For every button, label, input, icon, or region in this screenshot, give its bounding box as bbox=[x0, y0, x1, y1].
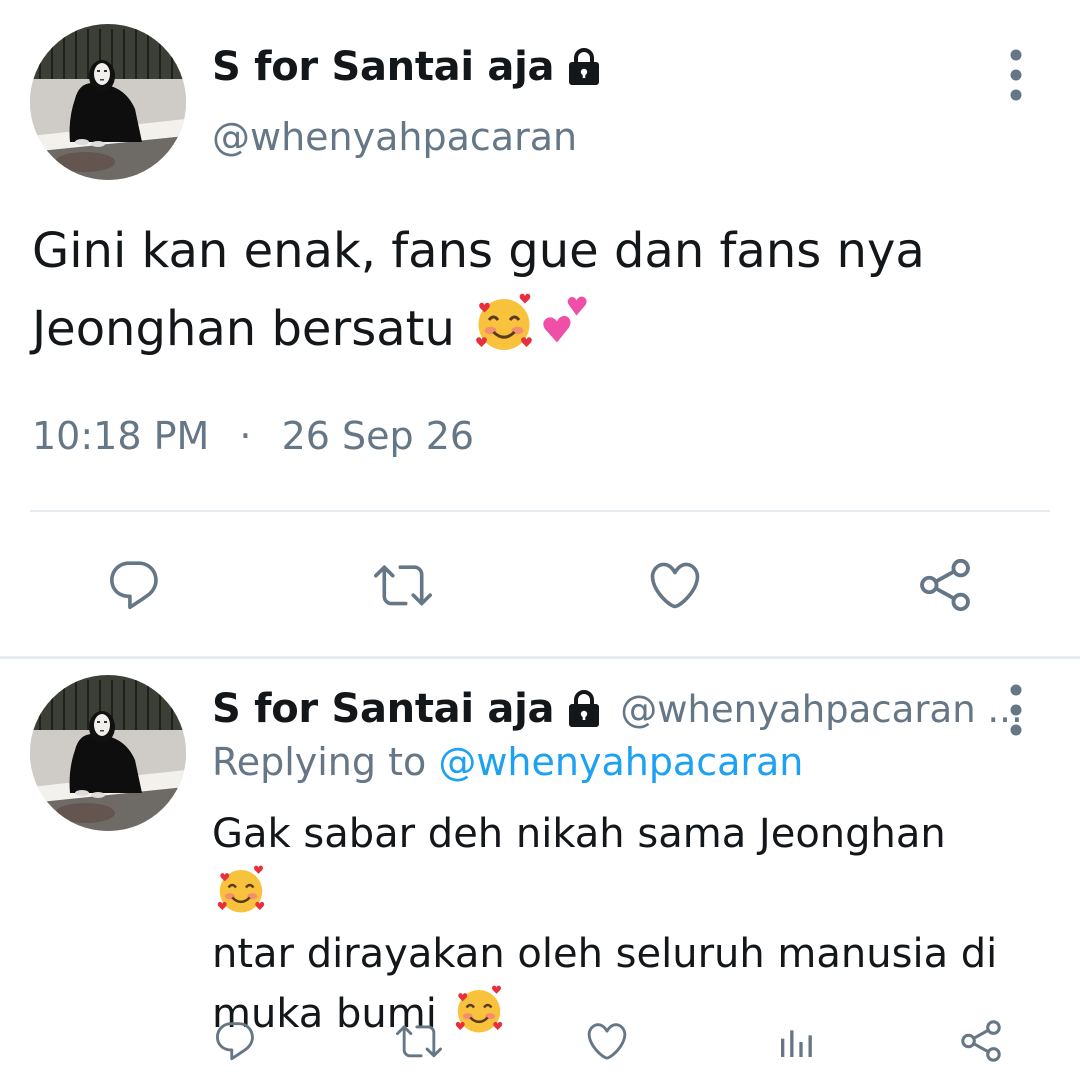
like-icon[interactable] bbox=[646, 556, 704, 614]
share-icon[interactable] bbox=[958, 1018, 1004, 1064]
reply-text-line: Gak sabar deh nikah sama Jeonghan bbox=[212, 804, 1012, 924]
analytics-icon[interactable] bbox=[776, 1022, 816, 1062]
tweet-time[interactable]: 10:18 PM bbox=[32, 414, 209, 458]
handle[interactable]: @whenyahpacaran bbox=[212, 115, 577, 159]
reply-icon[interactable] bbox=[212, 1018, 258, 1064]
display-name[interactable]: S for Santai aja bbox=[212, 44, 604, 90]
reply-text-line2: ntar dirayakan oleh seluruh manusia di bbox=[212, 931, 998, 977]
like-icon[interactable] bbox=[584, 1018, 630, 1064]
two-hearts-icon bbox=[536, 293, 596, 353]
reply-icon[interactable] bbox=[105, 556, 163, 614]
replying-mention[interactable]: @whenyahpacaran bbox=[438, 740, 803, 784]
retweet-icon[interactable] bbox=[396, 1018, 442, 1064]
avatar[interactable] bbox=[30, 24, 186, 180]
share-icon[interactable] bbox=[916, 556, 974, 614]
divider bbox=[0, 656, 1080, 659]
reply-display-name[interactable]: S for Santai aja bbox=[212, 686, 555, 732]
reply-text-line1: Gak sabar deh nikah sama Jeonghan bbox=[212, 811, 946, 857]
tweet-text: Gini kan enak, fans gue dan fans nya Jeo… bbox=[32, 212, 1032, 368]
reply-handle[interactable]: @whenyahpacaran ... bbox=[620, 688, 1023, 731]
reply-avatar[interactable] bbox=[30, 675, 186, 831]
lock-icon bbox=[564, 47, 604, 87]
retweet-icon[interactable] bbox=[374, 556, 432, 614]
smiling-face-with-hearts-icon bbox=[216, 865, 266, 915]
more-options-icon[interactable] bbox=[1006, 45, 1026, 105]
meta-separator: · bbox=[239, 414, 252, 458]
smiling-face-with-hearts-icon bbox=[454, 985, 504, 1035]
reply-header[interactable]: S for Santai aja @whenyahpacaran ... bbox=[212, 686, 1023, 732]
replying-to: Replying to @whenyahpacaran bbox=[212, 740, 803, 784]
replying-prefix: Replying to bbox=[212, 740, 427, 784]
tweet-date[interactable]: 26 Sep 26 bbox=[282, 414, 475, 458]
display-name-text: S for Santai aja bbox=[212, 44, 555, 90]
smiling-face-with-hearts-icon bbox=[474, 293, 534, 353]
divider bbox=[30, 510, 1050, 512]
tweet-meta: 10:18 PM · 26 Sep 26 bbox=[32, 414, 474, 458]
reply-text: Gak sabar deh nikah sama Jeonghan ntar d… bbox=[212, 804, 1012, 1044]
lock-icon bbox=[564, 689, 604, 729]
more-options-icon[interactable] bbox=[1006, 680, 1026, 740]
